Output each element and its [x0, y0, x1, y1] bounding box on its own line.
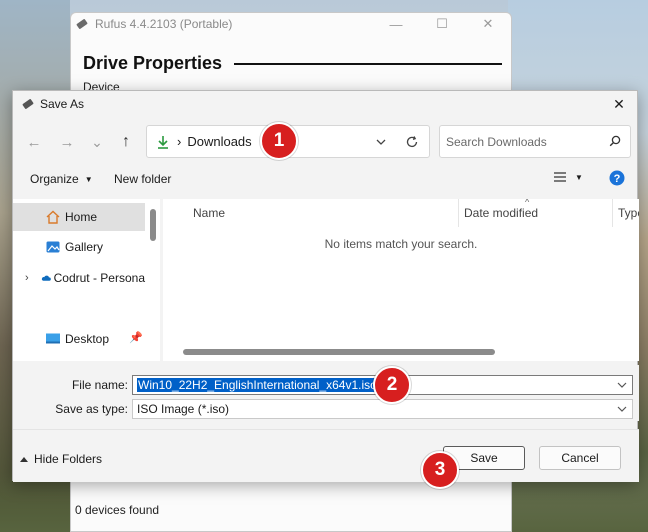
save-as-type-value: ISO Image (*.iso): [137, 402, 230, 416]
dialog-titlebar: Save As ✕: [13, 91, 637, 117]
cancel-button[interactable]: Cancel: [539, 446, 621, 470]
search-icon: [609, 135, 621, 147]
rufus-title: Rufus 4.4.2103 (Portable): [95, 17, 233, 31]
close-icon: ✕: [613, 95, 625, 112]
dialog-title: Save As: [40, 97, 85, 111]
save-as-type-select[interactable]: ISO Image (*.iso): [132, 399, 633, 419]
nav-item-label: Gallery: [65, 240, 104, 254]
breadcrumb-downloads[interactable]: Downloads: [187, 134, 251, 149]
chevron-down-icon[interactable]: [375, 136, 387, 148]
chevron-down-icon: [617, 406, 627, 412]
save-as-dialog: Save As ✕ ← → ⌄ ↑ › Downloads Search Dow…: [12, 90, 639, 482]
breadcrumb-separator: ›: [177, 134, 182, 149]
list-view-icon: [554, 172, 566, 182]
gallery-icon: [46, 241, 60, 253]
annotation-badge-2: 2: [373, 366, 411, 404]
nav-item-desktop[interactable]: Desktop 📌: [13, 325, 145, 353]
column-header-name[interactable]: Name: [193, 199, 225, 227]
chevron-down-icon[interactable]: [616, 379, 628, 391]
nav-item-onedrive[interactable]: › Codrut - Persona: [13, 264, 145, 292]
rufus-window-controls: — ☐ ✕: [373, 13, 511, 35]
organize-button[interactable]: Organize ▼: [30, 172, 93, 186]
hide-folders-label: Hide Folders: [34, 452, 103, 466]
annotation-badge-3: 3: [421, 451, 459, 489]
save-as-type-label: Save as type:: [55, 402, 128, 416]
organize-label: Organize: [30, 172, 79, 186]
column-header-label: Date modified: [464, 206, 539, 220]
recent-locations-button[interactable]: ⌄: [86, 131, 108, 153]
svg-text:?: ?: [614, 173, 621, 185]
rufus-status-bar: 0 devices found: [75, 503, 160, 517]
sort-caret-icon: ^: [525, 199, 530, 207]
file-list: Name Date modified ^ Type No items match…: [163, 199, 639, 361]
back-button[interactable]: ←: [23, 131, 45, 153]
rufus-close-button[interactable]: ✕: [465, 13, 511, 35]
chevron-down-icon: ⌄: [91, 133, 103, 150]
navigation-row: ← → ⌄ ↑ › Downloads Search Downloads: [13, 125, 639, 159]
nav-item-label: Home: [65, 210, 98, 224]
new-folder-button[interactable]: New folder: [114, 172, 171, 186]
column-divider[interactable]: [612, 199, 613, 227]
desktop-icon: [46, 333, 60, 344]
search-input[interactable]: Search Downloads: [446, 135, 547, 149]
nav-item-label: Codrut - Persona: [53, 271, 145, 285]
drive-properties-title: Drive Properties: [83, 53, 223, 73]
new-folder-label: New folder: [114, 172, 172, 186]
file-name-label: File name:: [71, 378, 128, 392]
column-header-type[interactable]: Type: [618, 199, 639, 227]
chevron-up-icon: [20, 457, 28, 462]
navigation-pane: Home Gallery › Codrut - Persona Desktop …: [13, 199, 160, 361]
nav-pane-scrollbar[interactable]: [150, 209, 156, 241]
nav-item-label: Desktop: [65, 332, 110, 346]
rufus-maximize-button[interactable]: ☐: [419, 13, 465, 35]
view-options-button[interactable]: ▼: [553, 171, 583, 183]
chevron-right-icon[interactable]: ›: [25, 272, 29, 284]
drive-properties-heading: Drive Properties: [83, 53, 503, 74]
pin-icon[interactable]: 📌: [129, 331, 143, 344]
back-arrow-icon: ←: [26, 133, 42, 151]
up-arrow-icon: ↑: [122, 133, 130, 150]
nav-item-gallery[interactable]: Gallery: [13, 233, 145, 261]
empty-state-message: No items match your search.: [324, 237, 478, 251]
usb-drive-icon: [22, 99, 34, 109]
column-header-label: Name: [193, 206, 226, 220]
nav-item-home[interactable]: Home: [13, 203, 145, 231]
file-name-input[interactable]: Win10_22H2_EnglishInternational_x64v1.is…: [137, 378, 378, 392]
usb-drive-icon: [76, 19, 88, 29]
onedrive-icon: [41, 275, 51, 281]
forward-arrow-icon: →: [59, 133, 75, 151]
hide-folders-button[interactable]: Hide Folders: [19, 452, 102, 466]
download-arrow-icon: [158, 135, 168, 149]
rufus-minimize-button[interactable]: —: [373, 13, 419, 35]
caret-down-icon: ▼: [575, 172, 583, 182]
help-button[interactable]: ?: [609, 170, 625, 186]
command-bar: Organize ▼ New folder ▼ ?: [13, 166, 639, 194]
column-divider[interactable]: [458, 199, 459, 227]
caret-down-icon: ▼: [84, 174, 93, 184]
home-icon: [46, 210, 60, 224]
dialog-close-button[interactable]: ✕: [601, 91, 637, 117]
column-header-label: Type: [618, 206, 639, 220]
heading-rule: [234, 62, 503, 65]
forward-button[interactable]: →: [56, 131, 78, 153]
annotation-badge-1: 1: [260, 122, 298, 160]
search-box[interactable]: Search Downloads: [439, 125, 631, 158]
dialog-footer: Hide Folders Save Cancel: [13, 429, 639, 482]
save-fields: File name: Win10_22H2_EnglishInternation…: [13, 365, 639, 421]
refresh-icon[interactable]: [405, 135, 419, 149]
horizontal-scrollbar[interactable]: [183, 349, 495, 355]
up-button[interactable]: ↑: [115, 131, 137, 153]
help-icon: ?: [609, 170, 625, 186]
